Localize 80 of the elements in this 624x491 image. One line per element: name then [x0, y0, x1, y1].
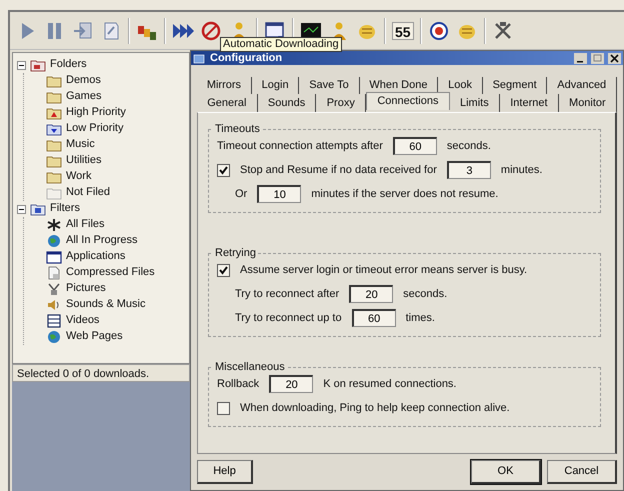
folder-icon [46, 170, 62, 184]
speed-display[interactable]: 55 [392, 22, 414, 40]
tab[interactable]: Advanced [547, 77, 617, 94]
tree-item[interactable]: Filters [50, 202, 80, 216]
document-icon [46, 266, 62, 280]
tree-item[interactable]: Applications [66, 250, 126, 264]
tree-item[interactable]: Low Priority [66, 122, 124, 136]
folder-icon [46, 90, 62, 104]
tree-item[interactable]: Compressed Files [66, 266, 155, 280]
film-icon [46, 314, 62, 328]
window-icon [46, 250, 62, 264]
tree-item[interactable]: Demos [66, 74, 101, 88]
input-field[interactable]: 60 [352, 309, 396, 328]
tree-item[interactable]: High Priority [66, 106, 126, 120]
tree-item[interactable]: Web Pages [66, 330, 123, 344]
app-icon [193, 52, 206, 64]
tooltip: Automatic Downloading [220, 37, 342, 52]
input-field[interactable]: 60 [392, 137, 437, 156]
checkbox-label: Assume server login or timeout error means server is busy. [240, 264, 528, 277]
field-label: Rollback [217, 378, 260, 391]
folders-icon [30, 58, 46, 72]
tree-item[interactable]: Work [66, 170, 92, 184]
field-label: Timeout connection attempts after [217, 140, 383, 153]
dialog-button[interactable]: Cancel [547, 460, 617, 484]
dialog-button[interactable]: OK [471, 460, 541, 484]
collapse-icon[interactable] [17, 60, 26, 70]
input-field[interactable]: 10 [257, 185, 302, 204]
collapse-icon[interactable] [17, 204, 26, 214]
tree-item[interactable]: Music [66, 138, 95, 152]
import-icon[interactable] [72, 20, 94, 42]
tree-item[interactable]: Pictures [66, 282, 106, 296]
asterisk-icon [46, 218, 62, 232]
unit-label: minutes. [500, 164, 542, 177]
input-field[interactable]: 20 [349, 285, 394, 304]
tree-item[interactable]: Utilities [66, 154, 102, 168]
group-title: Retrying [213, 247, 258, 261]
unit-label: times. [406, 312, 435, 325]
checkbox-label: When downloading, Ping to help keep connection alive. [240, 402, 510, 415]
field-label: Try to reconnect up to [235, 312, 342, 325]
unit-label: K on resumed connections. [323, 378, 456, 391]
checkbox-label: Stop and Resume if no data received for [240, 164, 437, 177]
tab[interactable]: Connections [366, 92, 450, 110]
tab[interactable]: Save To [299, 77, 360, 94]
unit-label: seconds. [446, 140, 491, 153]
tab[interactable]: Login [252, 77, 300, 94]
unit-label: seconds. [403, 288, 448, 301]
checkbox[interactable] [217, 164, 230, 177]
tree-item[interactable]: Folders [50, 58, 87, 72]
close-button[interactable] [608, 52, 621, 64]
stop-icon[interactable] [200, 20, 222, 42]
minimize-button[interactable] [574, 52, 587, 64]
tree-item[interactable]: Sounds & Music [66, 298, 146, 312]
folder-icon [46, 74, 62, 88]
tree-item[interactable]: All Files [66, 218, 105, 232]
folder-icon [30, 202, 46, 216]
tab[interactable]: Segment [482, 77, 548, 94]
tree-item[interactable]: Videos [66, 314, 100, 328]
window-title: Configuration [210, 52, 284, 64]
tree-item[interactable]: Games [66, 90, 102, 104]
unit-label: minutes if the server does not resume. [311, 188, 498, 201]
folder-icon [46, 106, 62, 120]
field-label: Try to reconnect after [235, 288, 340, 301]
tab[interactable]: Mirrors [197, 77, 252, 94]
checkbox[interactable] [217, 264, 230, 277]
folder-icon [46, 122, 62, 136]
globe-icon [46, 330, 62, 344]
target-icon[interactable] [428, 20, 450, 42]
globe-icon [46, 234, 62, 248]
tree-item[interactable]: Not Filed [66, 186, 110, 200]
status-text: Selected 0 of 0 downloads. [12, 364, 190, 382]
folder-icon [46, 186, 62, 200]
input-field[interactable]: 3 [446, 161, 491, 180]
folder-icon [46, 154, 62, 168]
field-label: Or [235, 188, 248, 201]
maximize-button[interactable] [591, 52, 604, 64]
input-field[interactable]: 20 [269, 375, 314, 394]
checkbox[interactable] [217, 402, 230, 415]
folder-icon [46, 138, 62, 152]
dialog-button[interactable]: Help [197, 460, 253, 484]
tree-item[interactable]: All In Progress [66, 234, 138, 248]
